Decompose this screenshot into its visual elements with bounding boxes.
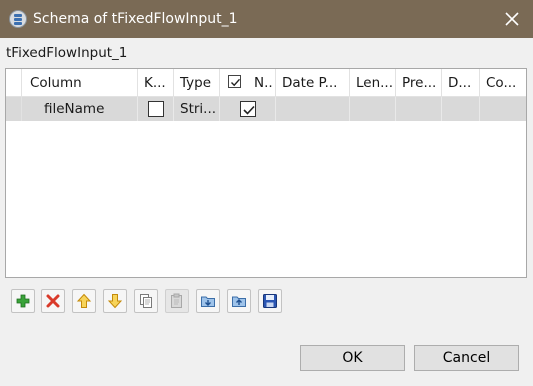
key-checkbox[interactable] <box>148 101 164 117</box>
cell-comment[interactable] <box>480 97 526 121</box>
column-header-precision[interactable]: Pre... <box>396 69 442 97</box>
schema-toolbar <box>11 289 311 315</box>
column-header-type[interactable]: Type <box>174 69 220 97</box>
move-down-button[interactable] <box>103 289 127 313</box>
column-header-comment[interactable]: Co... <box>480 69 526 97</box>
move-down-icon <box>107 294 123 309</box>
cell-default[interactable] <box>442 97 480 121</box>
table-row[interactable]: fileName Stri... <box>6 97 526 121</box>
remove-button[interactable] <box>41 289 65 313</box>
save-button[interactable] <box>258 289 282 313</box>
paste-icon <box>171 293 182 308</box>
cell-date-pattern[interactable] <box>276 97 350 121</box>
move-up-button[interactable] <box>72 289 96 313</box>
column-header-column[interactable]: Column <box>22 69 138 97</box>
column-header-nullable[interactable]: N.. <box>220 69 276 97</box>
cell-type[interactable]: Stri... <box>174 97 220 121</box>
row-header[interactable] <box>6 97 22 121</box>
cell-key[interactable] <box>138 97 174 121</box>
paste-button[interactable] <box>165 289 189 313</box>
cancel-button[interactable]: Cancel <box>414 345 519 371</box>
nullable-header-label: N.. <box>254 75 273 91</box>
import-icon <box>201 296 215 307</box>
copy-button[interactable] <box>134 289 158 313</box>
cell-nullable[interactable] <box>220 97 276 121</box>
save-icon <box>263 294 277 308</box>
add-button[interactable] <box>11 289 35 313</box>
schema-table[interactable]: Column K... Type N.. Date P... Len... Pr… <box>5 68 527 278</box>
cell-length[interactable] <box>350 97 396 121</box>
column-header-date-pattern[interactable]: Date P... <box>276 69 350 97</box>
nullable-checkbox[interactable] <box>240 101 256 117</box>
app-icon <box>9 10 27 28</box>
row-header-corner <box>6 69 22 97</box>
remove-icon <box>46 294 60 308</box>
title-bar: Schema of tFixedFlowInput_1 <box>0 0 533 38</box>
copy-icon <box>140 294 152 308</box>
window-title: Schema of tFixedFlowInput_1 <box>33 11 238 27</box>
cell-column-name[interactable]: fileName <box>22 97 138 121</box>
move-up-icon <box>76 293 92 308</box>
nullable-header-checkbox[interactable] <box>228 75 241 88</box>
component-name-label: tFixedFlowInput_1 <box>6 45 128 61</box>
column-header-key[interactable]: K... <box>138 69 174 97</box>
close-icon[interactable] <box>501 8 523 30</box>
export-icon <box>232 296 246 307</box>
import-button[interactable] <box>196 289 220 313</box>
cell-precision[interactable] <box>396 97 442 121</box>
ok-button[interactable]: OK <box>300 345 405 371</box>
table-header: Column K... Type N.. Date P... Len... Pr… <box>6 69 526 97</box>
column-header-length[interactable]: Len... <box>350 69 396 97</box>
export-button[interactable] <box>227 289 251 313</box>
column-header-default[interactable]: D... <box>442 69 480 97</box>
add-icon <box>16 294 30 308</box>
